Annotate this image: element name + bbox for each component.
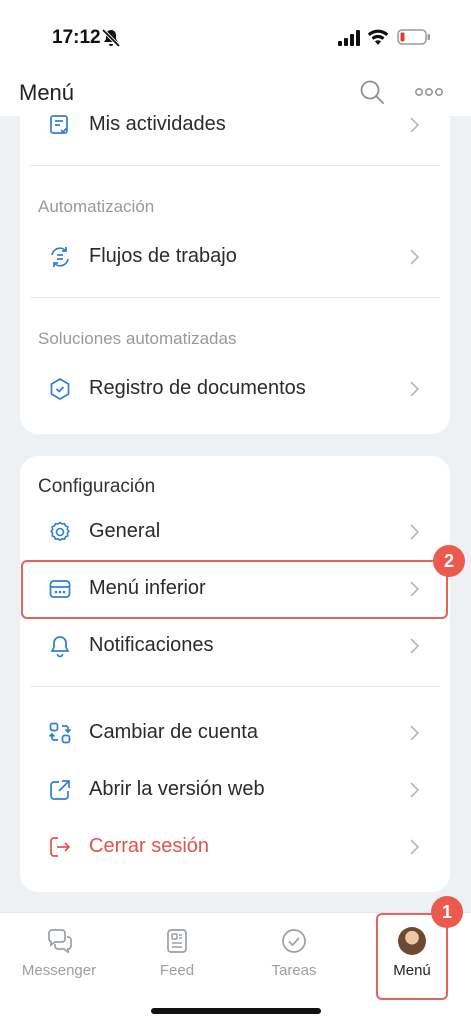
section-title-solutions: Soluciones automatizadas [38, 329, 237, 348]
section-title-configuration: Configuración [38, 476, 156, 497]
step-badge-2: 2 [433, 545, 465, 577]
check-circle-icon [282, 929, 306, 953]
battery-low-icon [397, 29, 430, 45]
document-shield-icon [50, 378, 70, 400]
tab-label: Tareas [271, 962, 317, 979]
menu-item-label: Cerrar sesión [89, 835, 210, 857]
tab-label: Menú [393, 962, 431, 979]
chevron-right-icon [410, 638, 420, 654]
menu-item-general[interactable]: General [20, 507, 450, 557]
status-bar: 17:12 [0, 0, 471, 76]
chevron-right-icon [410, 581, 420, 597]
chevron-right-icon [410, 725, 420, 741]
bell-icon [50, 636, 70, 658]
tab-label: Messenger [21, 962, 97, 979]
menu-item-label: Abrir la versión web [89, 778, 265, 800]
avatar [398, 927, 426, 955]
menu-item-label: Menú inferior [89, 577, 206, 599]
divider [30, 165, 440, 166]
chevron-right-icon [410, 839, 420, 855]
menu-item-label: General [89, 520, 161, 542]
cellular-signal-icon [338, 30, 360, 46]
chevron-right-icon [410, 249, 420, 265]
feed-icon [167, 929, 187, 953]
home-indicator[interactable] [151, 1008, 321, 1014]
wifi-icon [367, 29, 389, 45]
tab-menu[interactable]: Menú [357, 923, 467, 1003]
tab-feed[interactable]: Feed [122, 923, 232, 1003]
switch-account-icon [48, 722, 72, 744]
chat-bubbles-icon [48, 929, 72, 954]
menu-item-workflows[interactable]: Flujos de trabajo [20, 232, 450, 282]
logout-icon [50, 837, 71, 857]
menu-item-label: Cambiar de cuenta [89, 721, 258, 743]
chevron-right-icon [410, 524, 420, 540]
chevron-right-icon [410, 782, 420, 798]
menu-item-label: Mis actividades [89, 113, 226, 135]
gear-icon [50, 521, 70, 542]
tab-messenger[interactable]: Messenger [4, 923, 114, 1003]
menu-item-document-registry[interactable]: Registro de documentos [20, 364, 450, 414]
chevron-right-icon [410, 117, 420, 133]
activities-list-icon [50, 115, 68, 134]
menu-card-configuration: Configuración General Menú inferior Noti… [20, 456, 450, 892]
menu-item-logout[interactable]: Cerrar sesión [20, 822, 450, 872]
bell-off-icon [101, 28, 121, 48]
menu-item-bottom-menu[interactable]: Menú inferior [20, 564, 450, 614]
bottom-menu-icon [49, 580, 71, 598]
divider [30, 297, 440, 298]
step-badge-1: 1 [431, 896, 463, 928]
tab-label: Feed [159, 962, 195, 979]
menu-item-notifications[interactable]: Notificaciones [20, 621, 450, 671]
menu-item-label: Notificaciones [89, 634, 214, 656]
workflow-icon [51, 247, 69, 267]
chevron-right-icon [410, 381, 420, 397]
external-link-icon [50, 780, 70, 800]
menu-item-my-activities[interactable]: Mis actividades [20, 100, 450, 150]
menu-item-switch-account[interactable]: Cambiar de cuenta [20, 708, 450, 758]
tab-tasks[interactable]: Tareas [239, 923, 349, 1003]
menu-item-open-web[interactable]: Abrir la versión web [20, 765, 450, 815]
menu-item-label: Registro de documentos [89, 377, 306, 399]
more-options-icon[interactable] [414, 84, 444, 100]
section-title-automation: Automatización [38, 197, 155, 216]
status-time: 17:12 [52, 27, 101, 48]
menu-card-automation: Mis actividades Automatización Flujos de… [20, 113, 450, 434]
menu-item-label: Flujos de trabajo [89, 245, 237, 267]
divider [30, 686, 440, 687]
